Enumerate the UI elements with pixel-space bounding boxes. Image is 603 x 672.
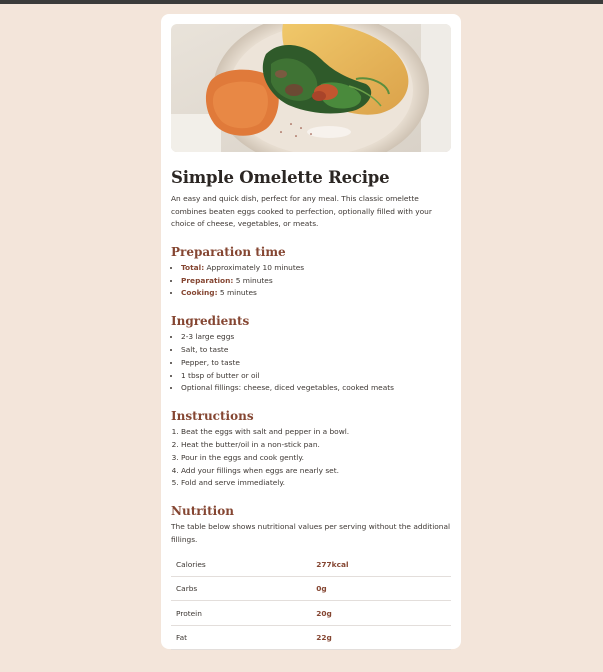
nutrient-value: 22g <box>316 625 451 651</box>
page-title: Simple Omelette Recipe <box>171 168 390 187</box>
nutrition-table: Calories 277kcal Carbs 0g Protein 20g Fa… <box>171 552 451 651</box>
nutrition-heading: Nutrition <box>171 504 234 519</box>
preparation-item-total: Total: Approximately 10 minutes <box>181 262 451 275</box>
nutrient-value: 20g <box>316 600 451 626</box>
table-row: Calories 277kcal <box>171 552 451 577</box>
preparation-list: Total: Approximately 10 minutes Preparat… <box>171 262 451 300</box>
preparation-item-preparation: Preparation: 5 minutes <box>181 275 451 288</box>
preparation-label: Cooking: <box>181 288 218 298</box>
instruction-step: Fold and serve immediately. <box>181 477 451 490</box>
preparation-value: Approximately 10 minutes <box>204 262 305 272</box>
nutrient-name: Calories <box>171 552 317 577</box>
table-row: Protein 20g <box>171 600 451 626</box>
ingredient-item: 2-3 large eggs <box>181 331 451 344</box>
preparation-label: Preparation: <box>181 275 234 285</box>
preparation-item-cooking: Cooking: 5 minutes <box>181 287 451 300</box>
ingredient-item: 1 tbsp of butter or oil <box>181 370 451 383</box>
preparation-value: 5 minutes <box>233 275 273 285</box>
top-bar <box>0 0 603 4</box>
instruction-step: Beat the eggs with salt and pepper in a … <box>181 426 451 439</box>
ingredients-heading: Ingredients <box>171 314 250 329</box>
instruction-step: Heat the butter/oil in a non-stick pan. <box>181 439 451 452</box>
omelette-image <box>171 24 451 152</box>
preparation-value: 5 minutes <box>217 288 257 298</box>
recipe-intro: An easy and quick dish, perfect for any … <box>171 194 432 229</box>
preparation-label: Total: <box>181 262 205 272</box>
table-row: Carbs 0g <box>171 576 451 602</box>
nutrient-value: 277kcal <box>316 552 451 577</box>
recipe-card: Simple Omelette Recipe An easy and quick… <box>161 14 461 651</box>
instruction-step: Pour in the eggs and cook gently. <box>181 452 451 465</box>
nutrient-name: Protein <box>171 600 317 626</box>
nutrition-intro: The table below shows nutritional values… <box>171 522 451 544</box>
instructions-heading: Instructions <box>171 409 254 424</box>
ingredients-list: 2-3 large eggs Salt, to taste Pepper, to… <box>171 331 451 395</box>
nutrient-value: 0g <box>316 576 451 602</box>
table-row: Fat 22g <box>171 625 451 651</box>
ingredient-item: Pepper, to taste <box>181 357 451 370</box>
instructions-list: Beat the eggs with salt and pepper in a … <box>171 426 451 490</box>
nutrient-name: Carbs <box>171 576 317 602</box>
ingredient-item: Optional fillings: cheese, diced vegetab… <box>181 382 451 395</box>
nutrient-name: Fat <box>171 625 317 651</box>
ingredient-item: Salt, to taste <box>181 344 451 357</box>
preparation-heading: Preparation time <box>171 244 286 259</box>
instruction-step: Add your fillings when eggs are nearly s… <box>181 465 451 478</box>
